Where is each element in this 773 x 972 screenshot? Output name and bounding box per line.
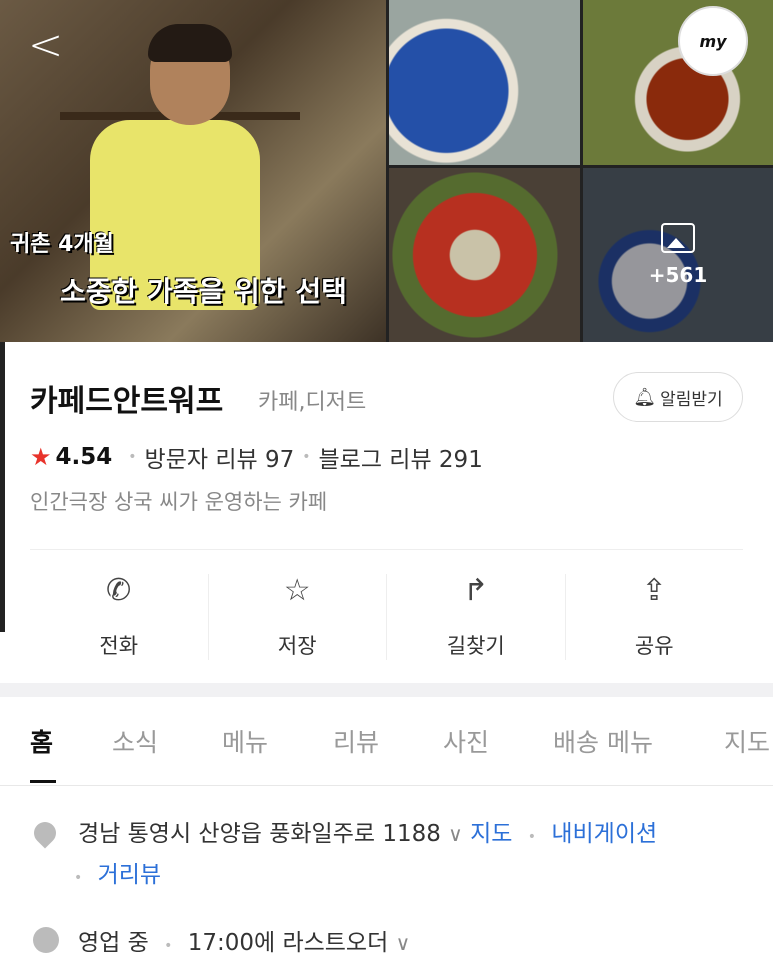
tab-reviews[interactable]: 리뷰 xyxy=(333,723,379,759)
place-name: 카페드안트워프 xyxy=(30,384,224,419)
hours-row[interactable]: 영업 중 • 17:00에 라스트오더 ∨ xyxy=(78,923,410,957)
navigation-link[interactable]: 내비게이션 xyxy=(551,821,657,847)
place-description: 인간극장 상국 씨가 운영하는 카페 xyxy=(30,490,328,514)
alarm-button[interactable]: 🔔︎ 알림받기 xyxy=(613,372,743,422)
phone-icon: ✆ xyxy=(106,573,132,608)
tab-home[interactable]: 홈 xyxy=(30,723,53,759)
rating-score: 4.54 xyxy=(55,444,113,470)
more-photos-count: +561 xyxy=(648,263,708,287)
chevron-down-icon[interactable]: ∨ xyxy=(396,931,411,955)
tab-delivery-menu[interactable]: 배송 메뉴 xyxy=(553,723,653,759)
call-button[interactable]: ✆ 전화 xyxy=(30,574,209,660)
address-text: 경남 통영시 산양읍 풍화일주로 1188 xyxy=(78,821,441,847)
photo-caption-2: 소중한 가족을 위한 선택 xyxy=(60,275,347,308)
divider xyxy=(30,549,743,550)
scroll-indicator xyxy=(0,342,5,632)
rating-row: ★ 4.54 • 방문자 리뷰 97 • 블로그 리뷰 291 xyxy=(30,440,483,474)
active-tab-indicator xyxy=(30,780,56,783)
separator-dot: • xyxy=(164,938,173,954)
my-profile-badge[interactable]: my xyxy=(678,6,748,76)
chevron-down-icon[interactable]: ∨ xyxy=(448,822,463,846)
bell-icon: 🔔︎ xyxy=(633,386,657,408)
share-button[interactable]: ⇪ 공유 xyxy=(566,574,744,660)
alarm-label: 알림받기 xyxy=(660,389,723,410)
action-bar: ✆ 전화 ☆ 저장 ↱ 길찾기 ⇪ 공유 xyxy=(30,574,743,660)
star-outline-icon: ☆ xyxy=(283,573,311,608)
map-link[interactable]: 지도 xyxy=(470,821,512,847)
tab-bar: 홈 소식 메뉴 리뷰 사진 배송 메뉴 지도 xyxy=(0,697,773,786)
photo-gallery[interactable]: 귀촌 4개월 소중한 가족을 위한 선택 +561 < my xyxy=(0,0,773,342)
image-icon xyxy=(661,223,695,253)
person-hair xyxy=(148,24,232,62)
place-category: 카페,디저트 xyxy=(258,390,367,415)
photo-caption-1: 귀촌 4개월 xyxy=(10,232,114,257)
share-icon: ⇪ xyxy=(641,573,667,608)
address-row: 경남 통영시 산양읍 풍화일주로 1188 ∨ 지도 • 내비게이션 • 거리뷰 xyxy=(30,815,750,897)
visitor-reviews-link[interactable]: 방문자 리뷰 97 xyxy=(145,440,295,474)
open-status: 영업 중 xyxy=(78,930,149,956)
photo-thumb-1[interactable] xyxy=(389,0,580,165)
clock-icon xyxy=(33,927,59,953)
directions-icon: ↱ xyxy=(463,573,489,608)
photo-thumb-3[interactable] xyxy=(389,168,580,342)
tab-photos[interactable]: 사진 xyxy=(443,723,489,759)
directions-label: 길찾기 xyxy=(446,634,505,658)
last-order-text: 17:00에 라스트오더 xyxy=(187,930,389,956)
separator-dot: • xyxy=(302,449,311,465)
call-label: 전화 xyxy=(99,634,139,658)
directions-button[interactable]: ↱ 길찾기 xyxy=(387,574,566,660)
save-label: 저장 xyxy=(277,634,317,658)
tab-menu[interactable]: 메뉴 xyxy=(222,723,268,759)
separator-dot: • xyxy=(527,829,537,845)
back-button[interactable]: < xyxy=(28,20,63,69)
tab-map[interactable]: 지도 xyxy=(724,723,770,759)
tab-news[interactable]: 소식 xyxy=(112,723,158,759)
separator-dot: • xyxy=(128,449,137,465)
star-icon: ★ xyxy=(30,443,52,471)
save-button[interactable]: ☆ 저장 xyxy=(209,573,387,660)
more-photos-button[interactable]: +561 xyxy=(583,168,773,342)
separator-dot: • xyxy=(74,870,83,886)
section-separator xyxy=(0,683,773,697)
share-label: 공유 xyxy=(634,634,674,658)
blog-reviews-link[interactable]: 블로그 리뷰 291 xyxy=(319,440,483,474)
street-view-link[interactable]: 거리뷰 xyxy=(98,862,161,888)
